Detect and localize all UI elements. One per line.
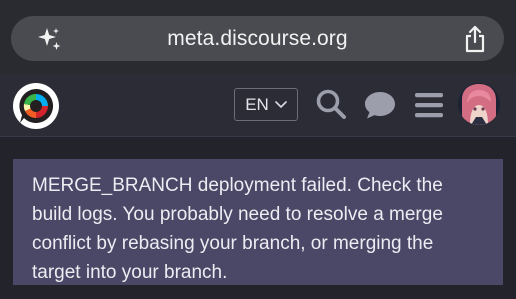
language-label: EN: [245, 94, 269, 114]
notice-text: MERGE_BRANCH deployment failed. Check th…: [32, 175, 443, 283]
hamburger-menu-icon[interactable]: [414, 92, 444, 118]
avatar[interactable]: [458, 83, 500, 125]
address-bar[interactable]: meta.discourse.org: [11, 16, 504, 61]
main-content: MERGE_BRANCH deployment failed. Check th…: [0, 138, 516, 299]
deployment-error-notice: MERGE_BRANCH deployment failed. Check th…: [13, 159, 503, 285]
site-header: EN: [0, 74, 516, 137]
chat-icon[interactable]: [364, 90, 396, 120]
chevron-down-icon: [275, 100, 287, 108]
discourse-logo-icon[interactable]: [12, 82, 60, 130]
sparkle-icon[interactable]: [35, 25, 63, 53]
browser-toolbar: meta.discourse.org: [0, 0, 516, 74]
share-icon[interactable]: [462, 24, 488, 54]
language-selector[interactable]: EN: [234, 88, 298, 121]
url-text[interactable]: meta.discourse.org: [167, 27, 347, 51]
search-icon[interactable]: [315, 88, 347, 120]
